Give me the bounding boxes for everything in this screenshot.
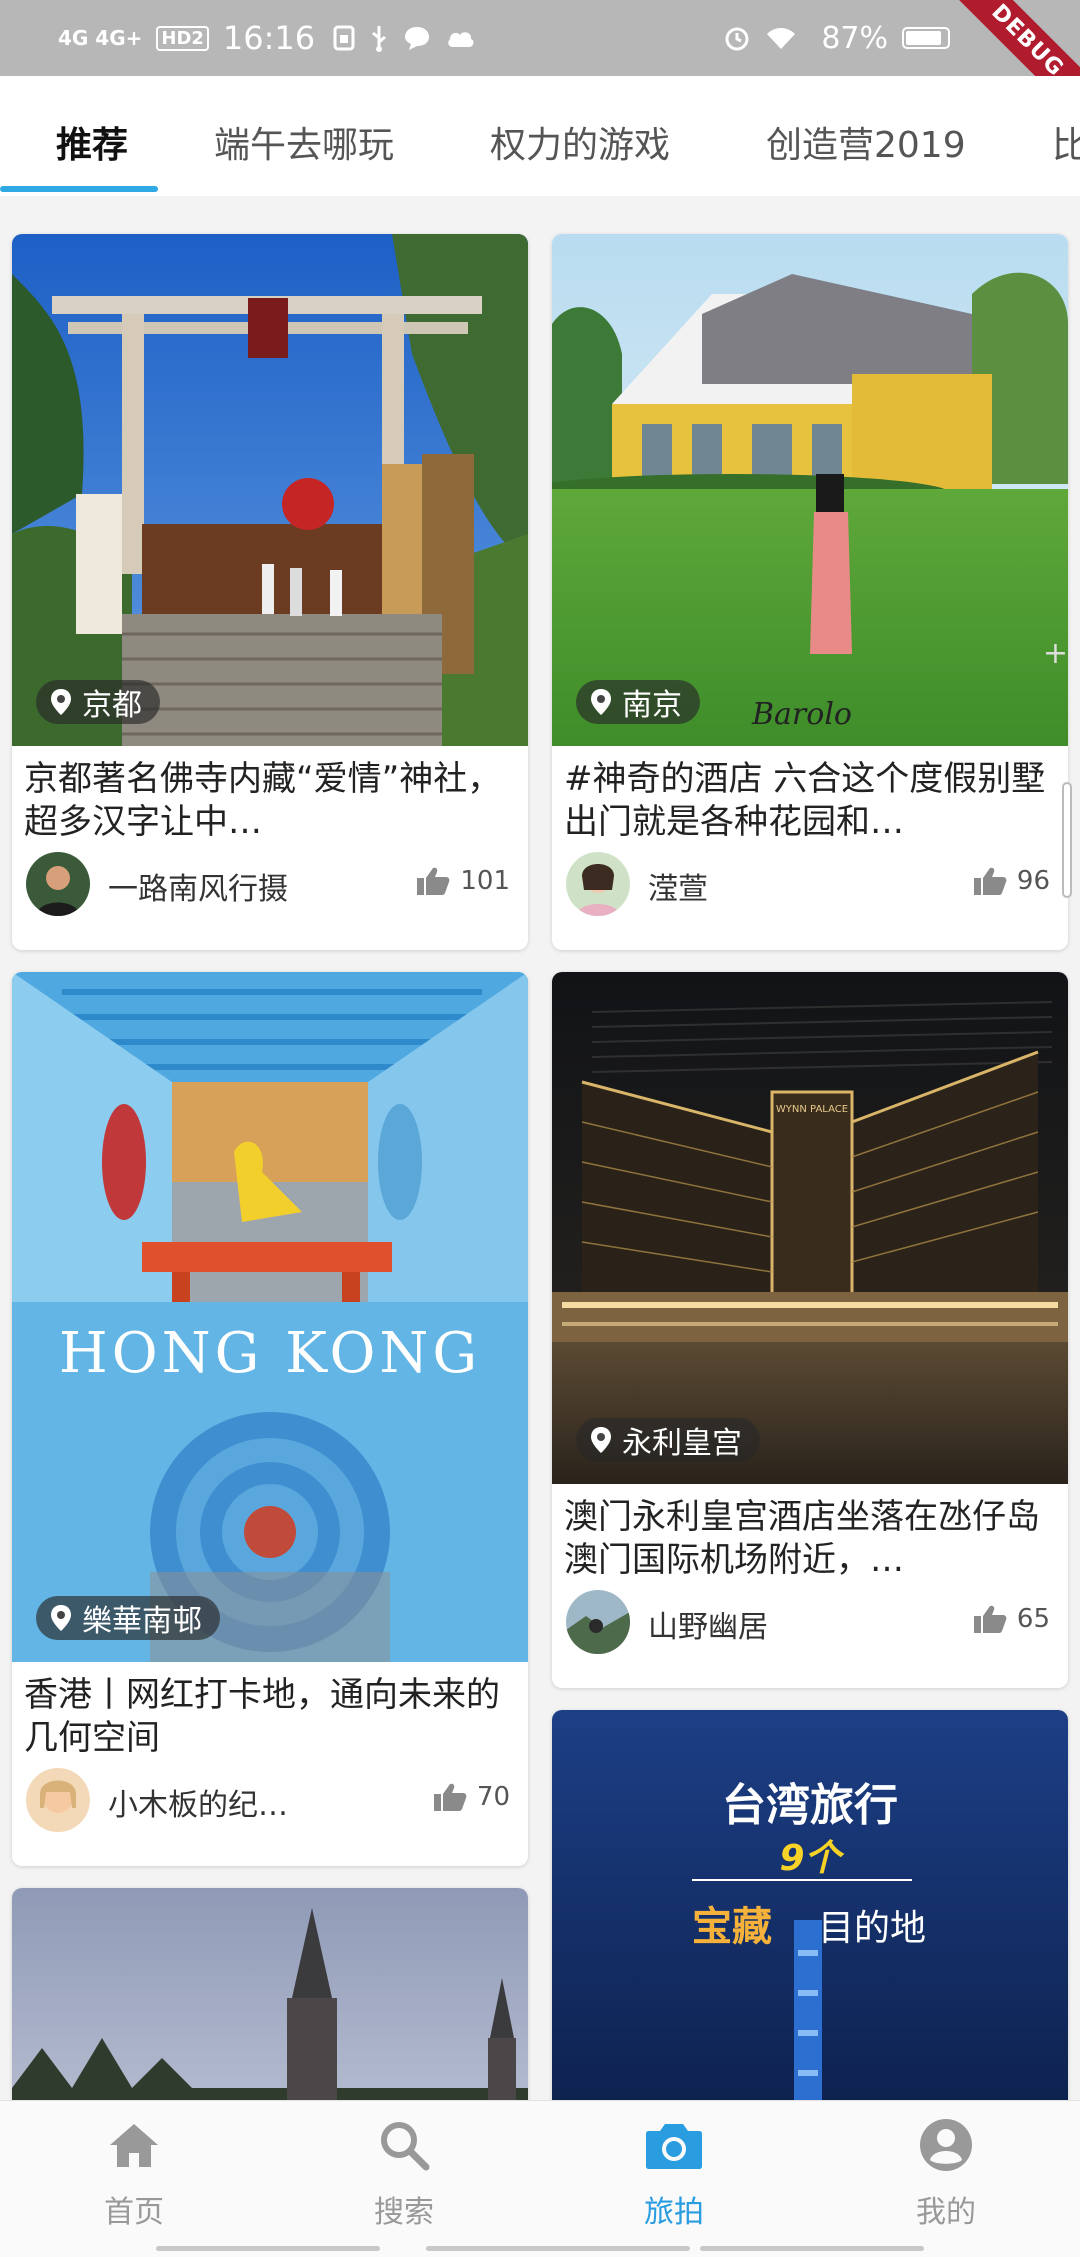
status-bar: 4G 4G+ HD2 16:16 87% DEBUG xyxy=(0,0,1080,76)
gesture-bar-center xyxy=(426,2246,690,2251)
post-title[interactable]: #神奇的酒店 六合这个度假别墅 出门就是各种花园和… xyxy=(564,758,1050,844)
post-footer: 一路南风行摄 101 xyxy=(12,844,528,930)
avatar[interactable] xyxy=(26,1768,90,1832)
like-number: 96 xyxy=(1016,866,1050,896)
thumbs-up-icon xyxy=(973,866,1007,896)
post-title[interactable]: 澳门永利皇宫酒店坐落在氹仔岛澳门国际机场附近，… xyxy=(564,1496,1050,1582)
battery-icon xyxy=(902,27,950,49)
nav-travel-photo[interactable]: 旅拍 xyxy=(584,2117,764,2231)
post-footer: 小木板的纪… 70 xyxy=(12,1760,528,1846)
nav-travel-photo-label: 旅拍 xyxy=(644,2195,704,2230)
post-image[interactable]: Barolo 南京 xyxy=(552,234,1068,746)
poster-highlight: 宝藏 xyxy=(692,1904,772,1950)
weather-cloud-icon xyxy=(445,27,475,49)
thumbs-up-icon xyxy=(433,1782,467,1812)
tab-more[interactable]: 比 xyxy=(1052,116,1080,168)
post-footer: 山野幽居 65 xyxy=(552,1582,1068,1668)
location-label: 京都 xyxy=(82,688,142,723)
tab-indicator xyxy=(0,186,158,192)
post-footer: 滢萱 96 xyxy=(552,844,1068,930)
post-card[interactable]: WYNN PALACE 永利皇宫 澳门永利皇宫酒店坐落在氹仔岛澳门国际机场附近，… xyxy=(552,972,1068,1688)
hd-voice-indicator: HD2 xyxy=(156,25,209,51)
camera-icon xyxy=(584,2117,764,2173)
thumbs-up-icon xyxy=(416,866,450,896)
gesture-bar-right xyxy=(700,2246,924,2251)
tab-produce-camp[interactable]: 创造营2019 xyxy=(766,116,966,168)
sim-icon xyxy=(333,25,355,51)
nav-home-label: 首页 xyxy=(104,2195,164,2230)
location-label: 永利皇宫 xyxy=(622,1426,742,1461)
home-icon xyxy=(44,2117,224,2173)
location-label: 南京 xyxy=(622,688,682,723)
location-pin-icon xyxy=(590,688,612,716)
nav-home[interactable]: 首页 xyxy=(44,2117,224,2231)
hong-kong-image-text: HONG KONG xyxy=(59,1321,481,1386)
location-pin-icon xyxy=(50,1604,72,1632)
location-pin-icon xyxy=(590,1426,612,1454)
post-image[interactable]: WYNN PALACE 永利皇宫 xyxy=(552,972,1068,1484)
location-label: 樂華南邨 xyxy=(82,1604,202,1639)
nav-profile[interactable]: 我的 xyxy=(856,2117,1036,2231)
profile-icon xyxy=(856,2117,1036,2173)
scrollbar[interactable] xyxy=(1062,782,1072,898)
post-card[interactable]: 京都 京都著名佛寺内藏“爱情”神社，超多汉字让中… 一路南风行摄 101 xyxy=(12,234,528,950)
like-count[interactable]: 70 xyxy=(433,1782,510,1812)
post-image[interactable]: HONG KONG 樂華南邨 xyxy=(12,972,528,1662)
tab-dragon-boat[interactable]: 端午去哪玩 xyxy=(214,116,394,168)
nav-search[interactable]: 搜索 xyxy=(314,2117,494,2231)
poster-subtitle: 目的地 xyxy=(818,1908,926,1949)
battery-percent: 87% xyxy=(821,20,888,56)
avatar[interactable] xyxy=(26,852,90,916)
message-icon xyxy=(403,25,431,51)
wynn-palace-sign: WYNN PALACE xyxy=(776,1104,848,1115)
like-number: 70 xyxy=(476,1782,510,1812)
thumbs-up-icon xyxy=(973,1604,1007,1634)
search-icon xyxy=(314,2117,494,2173)
like-count[interactable]: 101 xyxy=(416,866,510,896)
network-indicator: 4G 4G+ xyxy=(58,26,143,50)
post-title[interactable]: 香港丨网红打卡地，通向未来的几何空间 xyxy=(24,1674,510,1760)
avatar[interactable] xyxy=(566,852,630,916)
gesture-bar-left xyxy=(156,2246,380,2251)
like-count[interactable]: 96 xyxy=(973,866,1050,896)
watermark-text: Barolo xyxy=(751,697,852,732)
poster-title: 台湾旅行 xyxy=(722,1780,898,1831)
location-badge: 京都 xyxy=(36,680,160,724)
post-card[interactable]: Barolo 南京 #神奇的酒店 六合这个度假别墅 出门就是各种花园和… 滢萱 … xyxy=(552,234,1068,950)
author-name[interactable]: 小木板的纪… xyxy=(108,1780,288,1824)
wifi-icon xyxy=(765,26,797,50)
tab-recommend[interactable]: 推荐 xyxy=(56,116,128,168)
post-image[interactable]: 京都 xyxy=(12,234,528,746)
location-badge: 南京 xyxy=(576,680,700,724)
location-badge: 樂華南邨 xyxy=(36,1596,220,1640)
location-pin-icon xyxy=(50,688,72,716)
like-number: 65 xyxy=(1016,1604,1050,1634)
category-tabs: 推荐 端午去哪玩 权力的游戏 创造营2019 比 xyxy=(0,76,1080,196)
plus-icon: + xyxy=(1042,636,1068,671)
tab-game-of-thrones[interactable]: 权力的游戏 xyxy=(490,116,670,168)
usb-icon xyxy=(369,24,389,52)
avatar[interactable] xyxy=(566,1590,630,1654)
clock: 16:16 xyxy=(222,19,316,57)
poster-count: 9个 xyxy=(779,1838,844,1879)
location-badge: 永利皇宫 xyxy=(576,1418,760,1462)
bottom-navigation: 首页 搜索 旅拍 我的 xyxy=(0,2100,1080,2257)
author-name[interactable]: 一路南风行摄 xyxy=(108,864,288,908)
post-title[interactable]: 京都著名佛寺内藏“爱情”神社，超多汉字让中… xyxy=(24,758,510,844)
debug-banner: DEBUG xyxy=(939,0,1080,76)
author-name[interactable]: 滢萱 xyxy=(648,864,708,908)
like-number: 101 xyxy=(460,866,510,896)
post-card[interactable]: HONG KONG 樂華南邨 香港丨网红打卡地，通向未来的几何空间 小木板的纪…… xyxy=(12,972,528,1866)
alarm-icon xyxy=(723,24,751,52)
author-name[interactable]: 山野幽居 xyxy=(648,1602,768,1646)
like-count[interactable]: 65 xyxy=(973,1604,1050,1634)
nav-search-label: 搜索 xyxy=(374,2195,434,2230)
nav-profile-label: 我的 xyxy=(916,2195,976,2230)
